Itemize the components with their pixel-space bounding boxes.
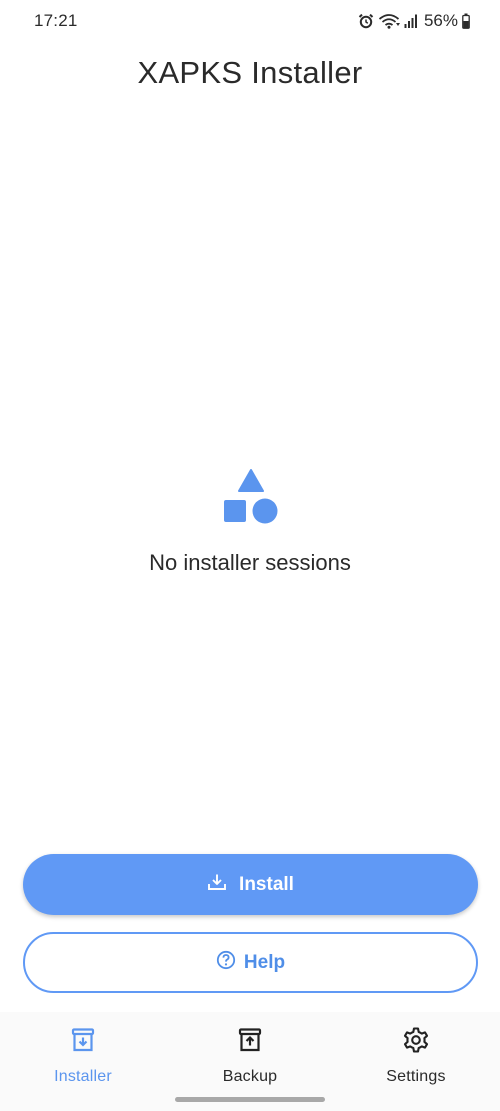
help-button-label: Help — [243, 951, 286, 973]
help-circle-icon — [216, 950, 236, 976]
status-time: 17:21 — [34, 11, 78, 30]
nav-item-backup[interactable]: Backup — [185, 1026, 315, 1086]
empty-state-message: No installer sessions — [149, 550, 351, 575]
home-indicator[interactable] — [175, 1097, 325, 1102]
status-bar: 17:21 56% — [0, 0, 500, 40]
battery-icon — [462, 13, 470, 29]
alarm-icon — [358, 13, 374, 29]
page-title: XAPKS Installer — [137, 55, 363, 90]
installer-icon — [69, 1026, 97, 1059]
nav-label-settings: Settings — [386, 1068, 446, 1085]
nav-item-installer[interactable]: Installer — [18, 1026, 148, 1086]
wifi-icon — [378, 13, 400, 29]
status-icons: 56% — [358, 10, 470, 32]
nav-label-installer: Installer — [54, 1068, 112, 1085]
help-button[interactable]: Help — [23, 932, 478, 993]
download-icon — [207, 873, 227, 897]
backup-icon — [236, 1026, 264, 1059]
shapes-icon — [222, 468, 280, 526]
battery-percent: 56% — [423, 11, 458, 30]
nav-label-backup: Backup — [222, 1068, 278, 1085]
install-button[interactable]: Install — [23, 854, 478, 915]
nav-item-settings[interactable]: Settings — [351, 1026, 481, 1086]
install-button-label: Install — [239, 873, 294, 895]
gear-icon — [402, 1026, 430, 1059]
signal-icon — [404, 13, 418, 29]
